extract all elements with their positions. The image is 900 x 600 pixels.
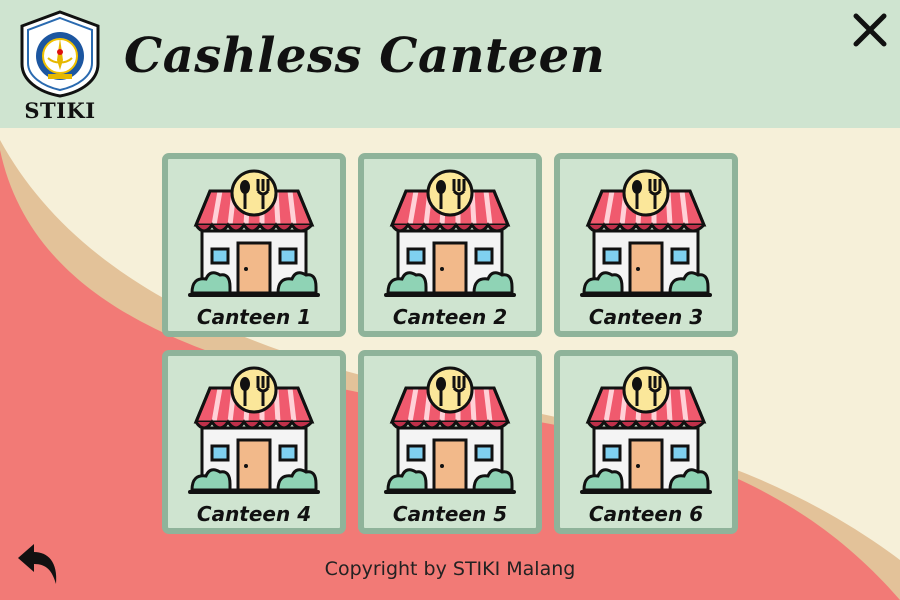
canteen-label: Canteen 4 [196,502,312,526]
close-button[interactable] [848,8,892,52]
canteen-label: Canteen 3 [588,305,704,329]
stiki-logo: STIKI [14,8,106,123]
logo-text: STIKI [24,98,96,123]
copyright-text: Copyright by STIKI Malang [324,558,576,580]
canteen-card-1[interactable]: Canteen 1 [162,153,346,337]
canteen-card-5[interactable]: Canteen 5 [358,350,542,534]
header-bar: STIKI Cashless Canteen [0,0,900,128]
canteen-label: Canteen 1 [196,305,312,329]
canteen-label: Canteen 5 [392,502,508,526]
store-icon [188,169,320,297]
store-icon [580,366,712,494]
close-icon [853,13,887,47]
canteen-card-6[interactable]: Canteen 6 [554,350,738,534]
store-icon [188,366,320,494]
store-icon [384,169,516,297]
store-icon [384,366,516,494]
canteen-card-2[interactable]: Canteen 2 [358,153,542,337]
canteen-label: Canteen 6 [588,502,704,526]
canteen-label: Canteen 2 [392,305,508,329]
store-icon [580,169,712,297]
logo-emblem-icon [20,10,100,98]
canteen-grid: Canteen 1 Canteen 2 Canteen 3 Canteen 4 … [162,153,738,534]
app-title: Cashless Canteen [124,28,606,84]
canteen-card-4[interactable]: Canteen 4 [162,350,346,534]
canteen-card-3[interactable]: Canteen 3 [554,153,738,337]
